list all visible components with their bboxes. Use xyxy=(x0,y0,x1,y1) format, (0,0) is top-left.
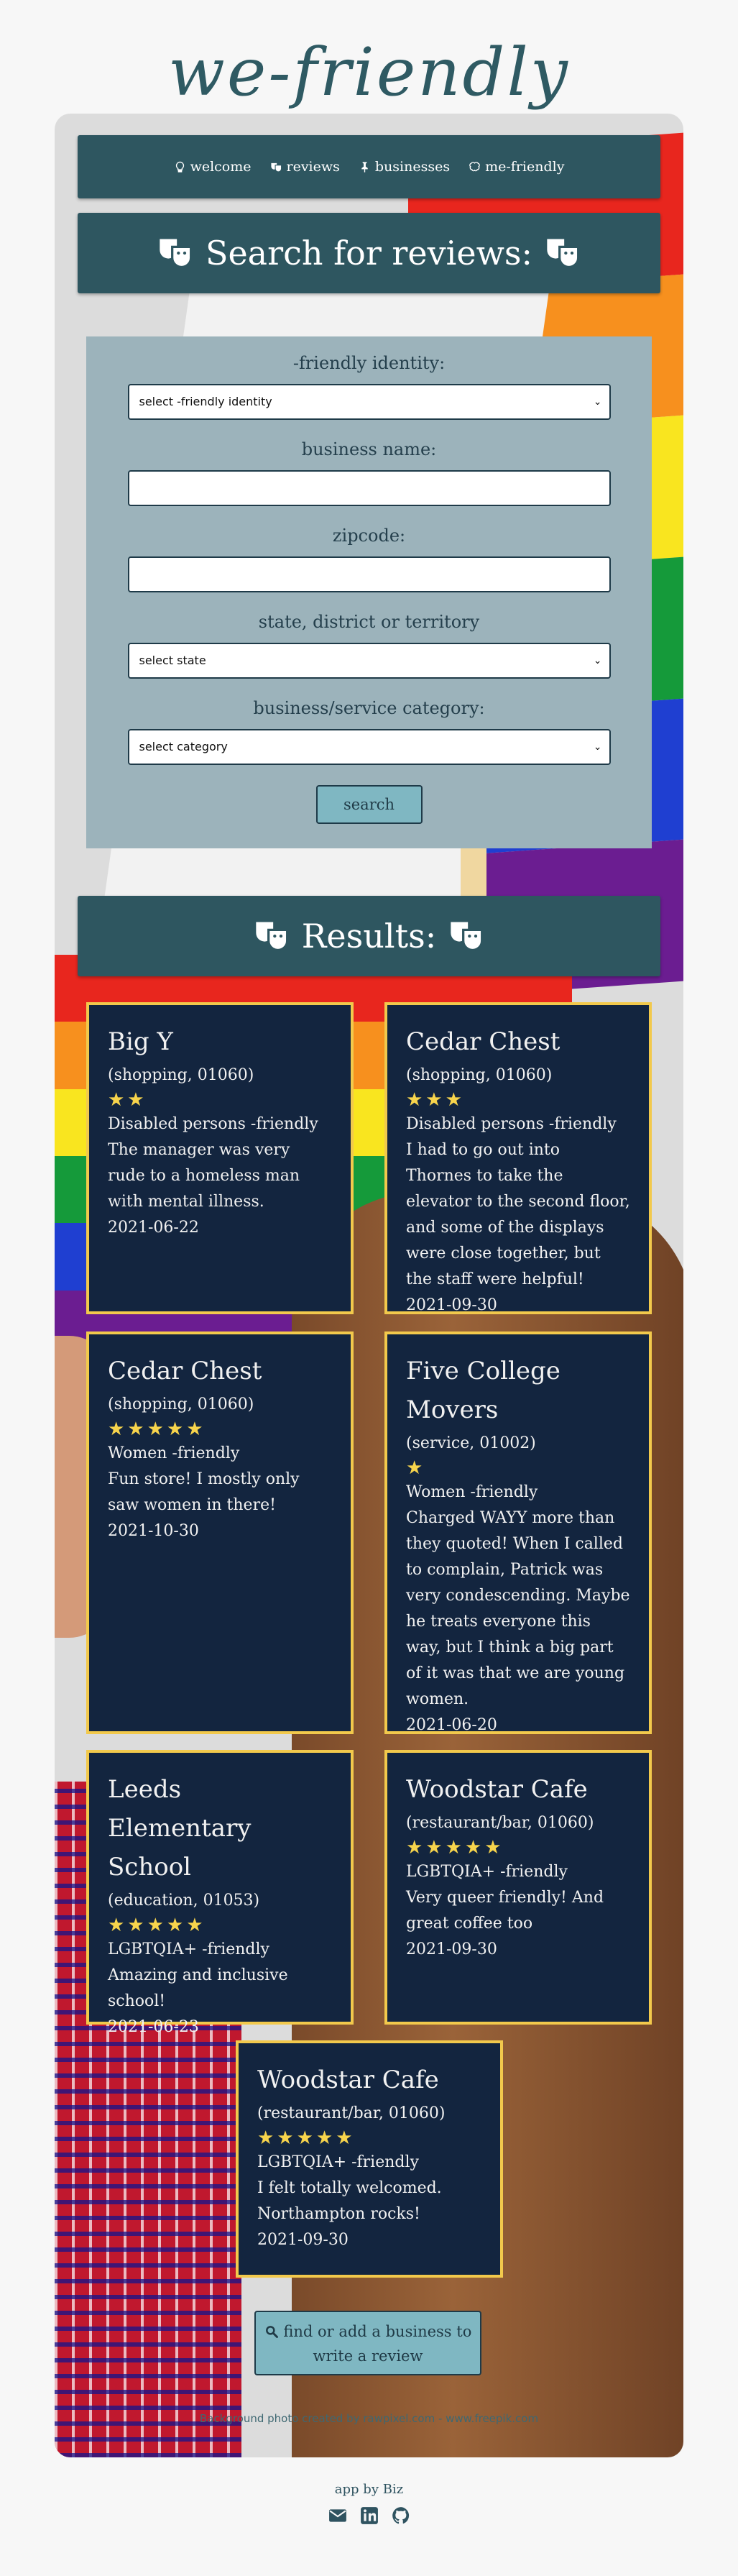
category-label: business/service category: xyxy=(253,698,485,718)
review-text: Very queer friendly! And great coffee to… xyxy=(406,1889,604,1933)
review-card: Woodstar Cafe (restaurant/bar, 01060) ★★… xyxy=(384,1750,652,2025)
nav-me-friendly[interactable]: me-friendly xyxy=(469,159,564,175)
review-card: Woodstar Cafe (restaurant/bar, 01060) ★★… xyxy=(236,2040,503,2278)
star-rating: ★ xyxy=(406,1457,426,1479)
review-identity: LGBTQIA+ -friendly xyxy=(108,1940,269,1958)
review-card: Big Y (shopping, 01060) ★★ Disabled pers… xyxy=(86,1002,354,1314)
review-identity: LGBTQIA+ -friendly xyxy=(257,2153,419,2171)
chevron-down-icon: ⌄ xyxy=(593,396,602,408)
business-name: Cedar Chest xyxy=(406,1027,561,1056)
theater-masks-icon xyxy=(160,239,193,269)
results-heading-text: Results: xyxy=(301,917,437,955)
review-date: 2021-09-30 xyxy=(406,1296,497,1314)
star-rating: ★★★★★ xyxy=(108,1418,206,1440)
zipcode-label: zipcode: xyxy=(332,526,406,546)
linkedin-icon[interactable] xyxy=(360,2506,379,2525)
category-select[interactable]: select category ⌄ xyxy=(127,729,611,765)
review-text: Amazing and inclusive school! xyxy=(108,1966,288,2010)
review-identity: Women -friendly xyxy=(108,1444,240,1462)
review-identity: Disabled persons -friendly xyxy=(406,1115,617,1133)
results-heading: Results: xyxy=(78,896,660,976)
business-meta: (service, 01002) xyxy=(406,1434,536,1452)
business-name: Woodstar Cafe xyxy=(257,2066,439,2094)
photo-credit-link[interactable]: Background photo created by rawpixel.com… xyxy=(55,2412,683,2425)
identity-select[interactable]: select -friendly identity ⌄ xyxy=(127,384,611,420)
business-name: Five College Movers xyxy=(406,1357,561,1424)
brain-icon xyxy=(469,161,480,171)
nav-welcome-label: welcome xyxy=(190,159,252,175)
site-logo[interactable]: we-friendly xyxy=(0,26,738,119)
star-rating: ★★★ xyxy=(406,1089,465,1111)
zipcode-input[interactable] xyxy=(127,556,611,592)
search-heading: Search for reviews: xyxy=(78,213,660,293)
review-text: I had to go out into Thornes to take the… xyxy=(406,1141,630,1288)
main-card: welcome reviews businesses me-friendly S… xyxy=(55,114,683,2457)
business-name: Leeds Elementary School xyxy=(108,1775,252,1881)
review-card: Five College Movers (service, 01002) ★ W… xyxy=(384,1331,652,1734)
nav-businesses-label: businesses xyxy=(374,159,451,175)
review-date: 2021-06-23 xyxy=(108,2018,199,2036)
business-meta: (restaurant/bar, 01060) xyxy=(257,2104,446,2122)
business-meta: (shopping, 01060) xyxy=(406,1066,553,1084)
review-text: The manager was very rude to a homeless … xyxy=(108,1141,300,1211)
theater-masks-icon xyxy=(256,922,289,952)
state-select[interactable]: select state ⌄ xyxy=(127,643,611,679)
add-business-button[interactable]: find or add a business to write a review xyxy=(254,2311,481,2375)
business-name-label: business name: xyxy=(301,439,437,459)
state-label: state, district or territory xyxy=(258,612,480,632)
review-card: Leeds Elementary School (education, 0105… xyxy=(86,1750,354,2036)
business-meta: (education, 01053) xyxy=(108,1892,260,1910)
search-icon xyxy=(265,2326,278,2338)
business-name-input[interactable] xyxy=(127,470,611,506)
add-business-label: find or add a business to write a review xyxy=(283,2323,472,2365)
review-date: 2021-09-30 xyxy=(257,2231,349,2249)
nav-welcome[interactable]: welcome xyxy=(174,159,252,175)
footer-links xyxy=(0,2506,738,2525)
review-identity: LGBTQIA+ -friendly xyxy=(406,1863,568,1881)
review-date: 2021-06-22 xyxy=(108,1219,199,1237)
business-name: Cedar Chest xyxy=(108,1357,262,1385)
review-text: Fun store! I mostly only saw women in th… xyxy=(108,1470,300,1514)
nav-reviews-label: reviews xyxy=(286,159,340,175)
envelope-icon[interactable] xyxy=(328,2506,347,2525)
footer-credit: app by Biz xyxy=(334,2482,404,2497)
nav-reviews[interactable]: reviews xyxy=(270,159,340,175)
business-meta: (shopping, 01060) xyxy=(108,1066,254,1084)
search-button[interactable]: search xyxy=(315,785,423,824)
nav-bar: welcome reviews businesses me-friendly xyxy=(78,135,660,198)
star-rating: ★★★★★ xyxy=(257,2127,356,2149)
theater-masks-icon xyxy=(547,239,580,269)
review-text: Charged WAYY more than they quoted! When… xyxy=(406,1509,630,1708)
business-meta: (shopping, 01060) xyxy=(108,1395,254,1413)
review-card: Cedar Chest (shopping, 01060) ★★★★★ Wome… xyxy=(86,1331,354,1734)
review-text: I felt totally welcomed. Northampton roc… xyxy=(257,2179,442,2223)
review-date: 2021-10-30 xyxy=(108,1522,199,1540)
review-date: 2021-09-30 xyxy=(406,1940,497,1958)
search-form: -friendly identity: select -friendly ide… xyxy=(86,336,652,848)
business-name: Woodstar Cafe xyxy=(406,1775,588,1804)
nav-me-friendly-label: me-friendly xyxy=(485,159,565,175)
review-date: 2021-06-20 xyxy=(406,1716,497,1734)
review-identity: Women -friendly xyxy=(406,1483,538,1501)
search-heading-text: Search for reviews: xyxy=(205,234,533,272)
star-rating: ★★★★★ xyxy=(406,1837,504,1858)
github-icon[interactable] xyxy=(392,2506,410,2525)
identity-label: -friendly identity: xyxy=(292,353,446,373)
thumbtack-icon xyxy=(361,161,368,173)
star-rating: ★★ xyxy=(108,1089,147,1111)
lightbulb-icon xyxy=(175,161,184,173)
chevron-down-icon: ⌄ xyxy=(593,741,602,753)
business-name: Big Y xyxy=(108,1027,173,1056)
review-card: Cedar Chest (shopping, 01060) ★★★ Disabl… xyxy=(384,1002,652,1314)
theater-masks-icon xyxy=(270,162,282,172)
chevron-down-icon: ⌄ xyxy=(593,655,602,666)
review-identity: Disabled persons -friendly xyxy=(108,1115,318,1133)
nav-businesses[interactable]: businesses xyxy=(359,159,450,175)
star-rating: ★★★★★ xyxy=(108,1915,206,1936)
business-meta: (restaurant/bar, 01060) xyxy=(406,1814,594,1832)
theater-masks-icon xyxy=(451,922,484,952)
